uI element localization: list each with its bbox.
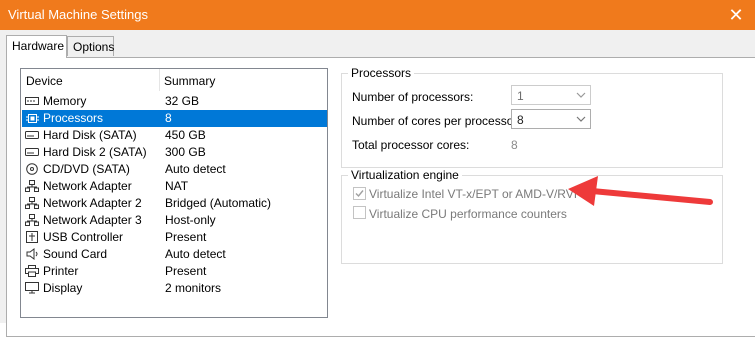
- annotation-arrow-icon: [568, 176, 713, 206]
- tab-hardware[interactable]: Hardware: [6, 35, 67, 58]
